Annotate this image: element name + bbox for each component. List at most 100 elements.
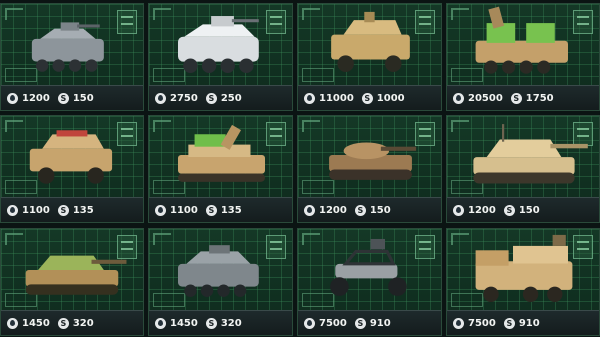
coin-amount: 1000 xyxy=(376,92,405,104)
fuel-price: 1450 xyxy=(155,317,198,329)
vehicle-shop-grid: 1200 S 150 2750 S 250 11000 S 1000 20500… xyxy=(0,0,600,337)
fuel-amount: 20500 xyxy=(468,92,503,104)
coin-icon: S xyxy=(361,92,373,104)
price-bar: 1450 S 320 xyxy=(1,310,143,335)
price-bar: 20500 S 1750 xyxy=(447,85,599,110)
coin-price: S 135 xyxy=(57,204,94,216)
coin-price: S 150 xyxy=(354,204,391,216)
fuel-price: 1200 xyxy=(453,204,496,216)
fuel-amount: 1200 xyxy=(319,204,347,216)
coin-price: S 135 xyxy=(205,204,242,216)
price-bar: 1100 S 135 xyxy=(1,197,143,222)
fuel-amount: 7500 xyxy=(468,317,496,329)
shop-item-card[interactable]: 7500 S 910 xyxy=(446,228,600,336)
heavy-desert-tank-icon xyxy=(473,124,588,184)
coin-price: S 910 xyxy=(503,317,540,329)
price-bar: 1200 S 150 xyxy=(298,197,441,222)
desert-transport-truck-icon xyxy=(475,234,573,302)
fuel-drop-icon xyxy=(155,204,166,216)
coin-icon: S xyxy=(205,92,217,104)
shop-item-card[interactable]: 1100 S 135 xyxy=(0,115,144,223)
coin-amount: 1750 xyxy=(525,92,554,104)
coin-amount: 150 xyxy=(518,204,540,216)
coin-amount: 135 xyxy=(220,204,242,216)
shop-item-card[interactable]: 20500 S 1750 xyxy=(446,3,600,111)
coin-amount: 910 xyxy=(369,317,391,329)
price-bar: 7500 S 910 xyxy=(447,310,599,335)
camo-battle-tank-icon xyxy=(25,255,127,295)
fuel-price: 1450 xyxy=(7,317,50,329)
shop-item-card[interactable]: 1450 S 320 xyxy=(0,228,144,336)
coin-icon: S xyxy=(510,92,522,104)
fuel-drop-icon xyxy=(453,204,464,216)
coin-price: S 320 xyxy=(205,317,242,329)
shop-item-card[interactable]: 11000 S 1000 xyxy=(297,3,442,111)
fuel-price: 7500 xyxy=(453,317,496,329)
coin-amount: 320 xyxy=(72,317,94,329)
shop-item-card[interactable]: 1200 S 150 xyxy=(446,115,600,223)
fuel-drop-icon xyxy=(304,204,315,216)
price-bar: 2750 S 250 xyxy=(149,85,292,110)
shop-item-card[interactable]: 7500 S 910 xyxy=(297,228,442,336)
fuel-amount: 1200 xyxy=(22,92,50,104)
fuel-drop-icon xyxy=(7,317,18,329)
fuel-drop-icon xyxy=(304,92,315,104)
coin-icon: S xyxy=(57,317,69,329)
price-bar: 1200 S 150 xyxy=(447,197,599,222)
coin-icon: S xyxy=(503,204,515,216)
shop-item-card[interactable]: 2750 S 250 xyxy=(148,3,293,111)
coin-amount: 150 xyxy=(369,204,391,216)
fuel-amount: 1100 xyxy=(22,204,50,216)
price-bar: 1450 S 320 xyxy=(149,310,292,335)
coin-icon: S xyxy=(205,317,217,329)
coin-amount: 320 xyxy=(220,317,242,329)
fuel-price: 2750 xyxy=(155,92,198,104)
fuel-amount: 11000 xyxy=(319,92,354,104)
coin-icon: S xyxy=(354,204,366,216)
fuel-price: 1100 xyxy=(155,204,198,216)
coin-icon: S xyxy=(57,92,69,104)
coin-amount: 250 xyxy=(220,92,242,104)
coin-icon: S xyxy=(205,204,217,216)
fuel-drop-icon xyxy=(155,317,166,329)
coin-amount: 135 xyxy=(72,204,94,216)
coin-amount: 910 xyxy=(518,317,540,329)
fuel-drop-icon xyxy=(453,92,464,104)
coin-price: S 1750 xyxy=(510,92,554,104)
wheeled-apc-icon xyxy=(31,22,104,72)
fuel-drop-icon xyxy=(155,92,166,104)
fuel-amount: 1450 xyxy=(170,317,198,329)
fuel-amount: 1100 xyxy=(170,204,198,216)
fuel-drop-icon xyxy=(7,92,18,104)
fuel-amount: 7500 xyxy=(319,317,347,329)
shop-item-card[interactable]: 1100 S 135 xyxy=(148,115,293,223)
coin-price: S 320 xyxy=(57,317,94,329)
shop-item-card[interactable]: 1200 S 150 xyxy=(297,115,442,223)
fuel-amount: 1200 xyxy=(468,204,496,216)
shop-item-card[interactable]: 1450 S 320 xyxy=(148,228,293,336)
coin-amount: 150 xyxy=(72,92,94,104)
coin-price: S 910 xyxy=(354,317,391,329)
price-bar: 1100 S 135 xyxy=(149,197,292,222)
shop-item-card[interactable]: 1200 S 150 xyxy=(0,3,144,111)
desert-humvee-icon xyxy=(331,11,410,72)
fuel-price: 1200 xyxy=(304,204,347,216)
price-bar: 7500 S 910 xyxy=(298,310,441,335)
coin-icon: S xyxy=(57,204,69,216)
desert-rocket-launcher-icon xyxy=(475,6,568,74)
fuel-drop-icon xyxy=(453,317,464,329)
fuel-price: 7500 xyxy=(304,317,347,329)
coin-price: S 150 xyxy=(503,204,540,216)
coin-price: S 150 xyxy=(57,92,94,104)
fuel-price: 1200 xyxy=(7,92,50,104)
armored-suv-icon xyxy=(29,130,113,184)
coin-price: S 250 xyxy=(205,92,242,104)
price-bar: 11000 S 1000 xyxy=(298,85,441,110)
coin-price: S 1000 xyxy=(361,92,405,104)
white-armored-apc-icon xyxy=(178,16,259,73)
fuel-drop-icon xyxy=(304,317,315,329)
price-bar: 1200 S 150 xyxy=(1,85,143,110)
fuel-price: 11000 xyxy=(304,92,354,104)
coin-icon: S xyxy=(354,317,366,329)
fuel-drop-icon xyxy=(7,204,18,216)
